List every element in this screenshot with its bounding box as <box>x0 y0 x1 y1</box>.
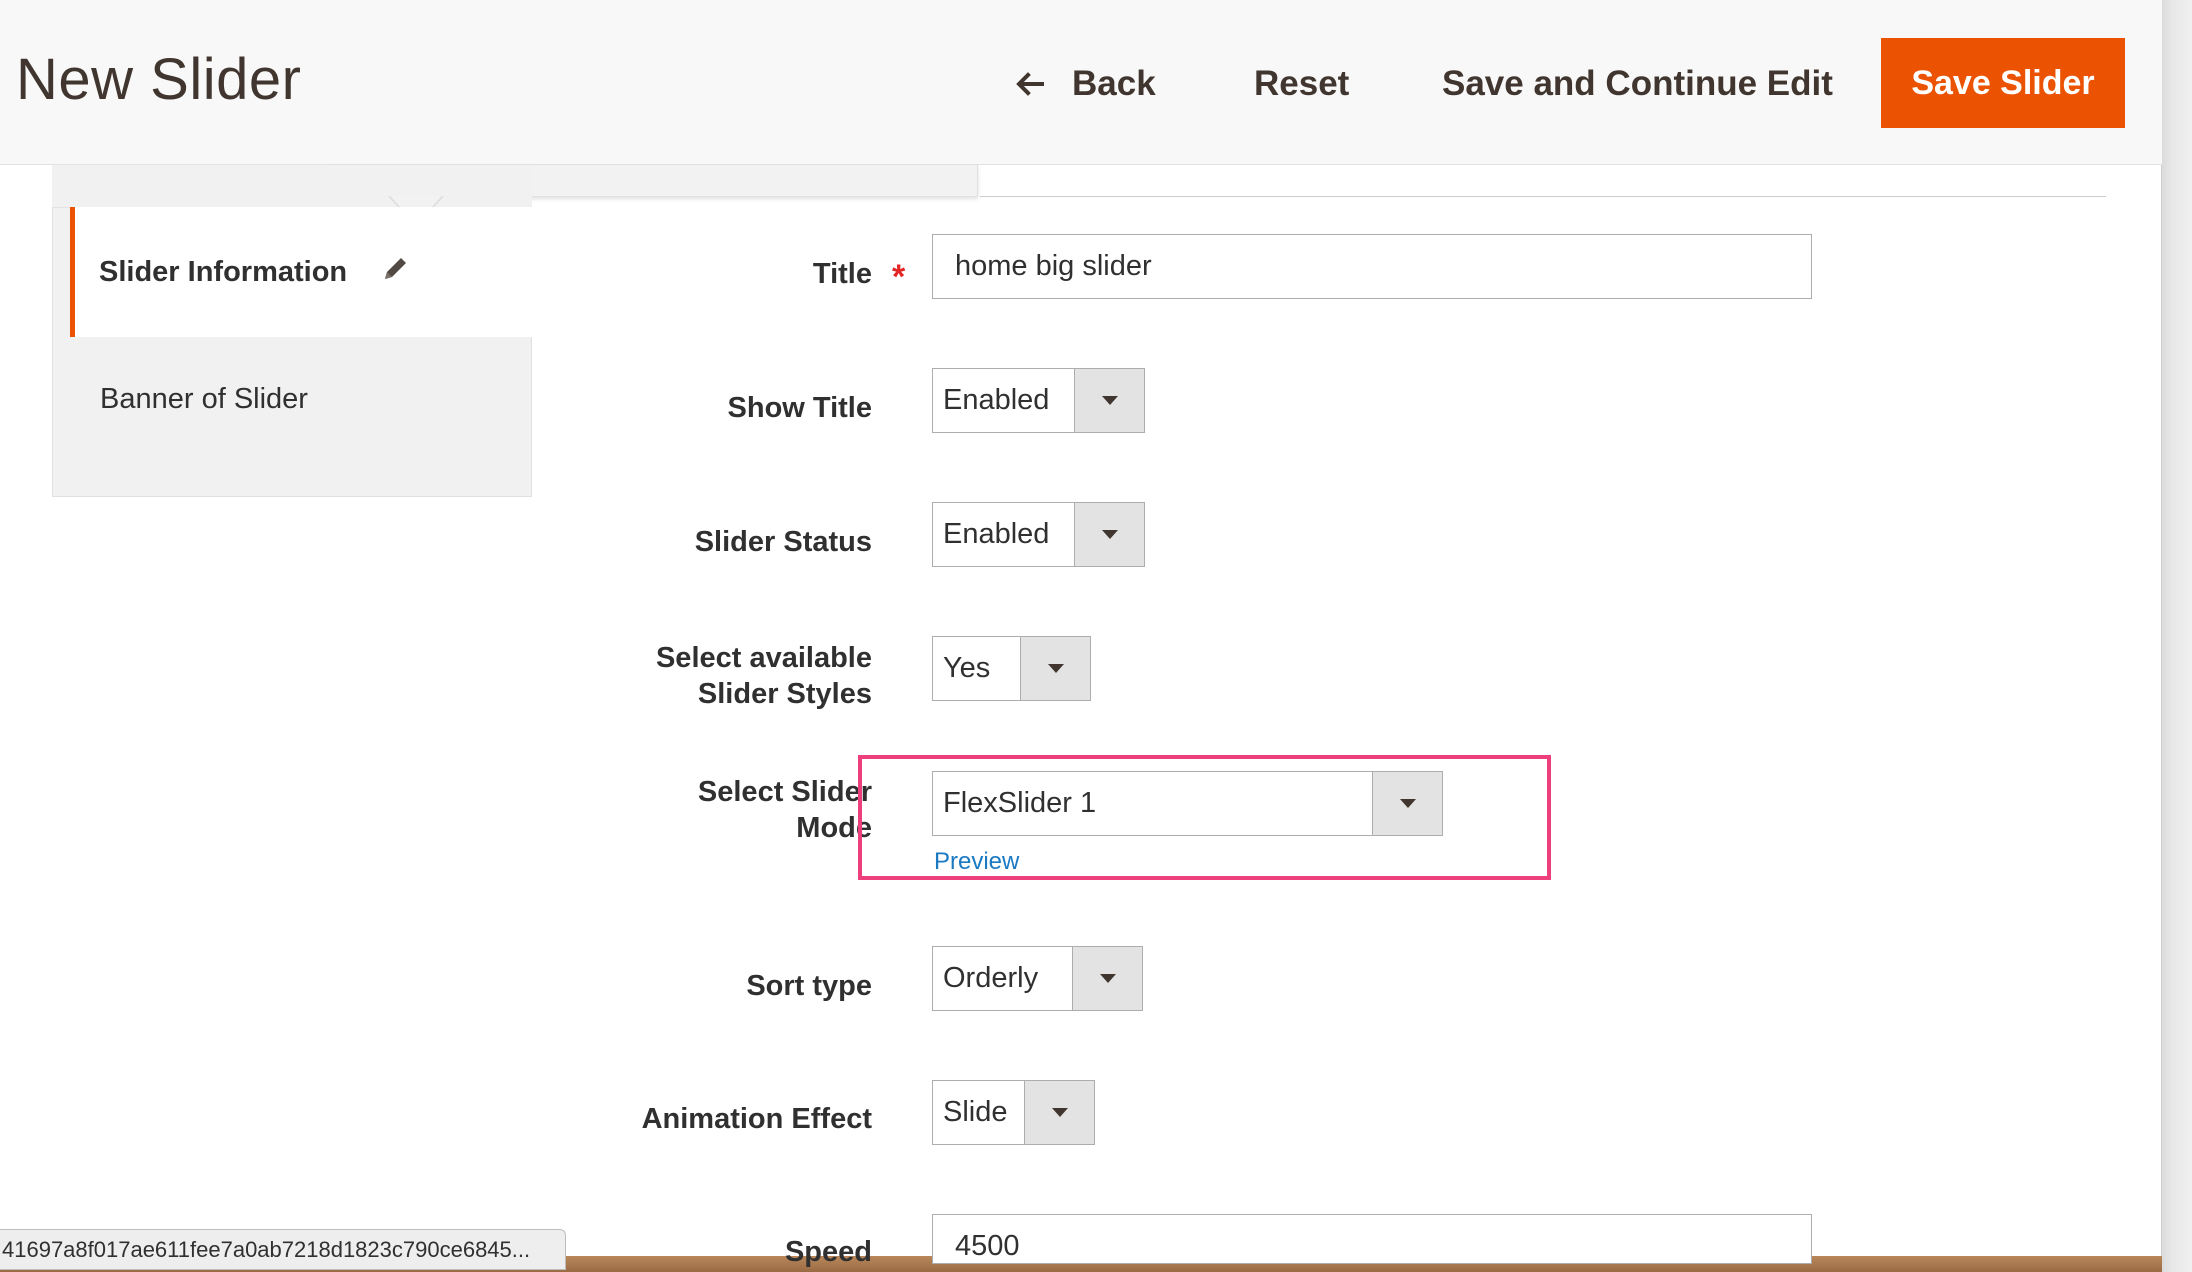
highlight-box <box>858 755 1551 880</box>
pencil-icon <box>385 258 406 279</box>
chevron-down-icon <box>1020 637 1090 700</box>
chevron-down-icon <box>1074 369 1144 432</box>
slider-status-select[interactable]: Enabled <box>932 502 1145 567</box>
animation-effect-select[interactable]: Slide <box>932 1080 1095 1145</box>
tab-banner-of-slider[interactable]: Banner of Slider <box>100 383 308 416</box>
animation-effect-value: Slide <box>943 1096 1008 1128</box>
section-divider <box>980 196 2106 197</box>
arrow-left-icon <box>1016 72 1044 96</box>
slider-mode-label-line2: Mode <box>796 812 872 844</box>
required-indicator: * <box>892 258 906 296</box>
page-title: New Slider <box>16 47 302 112</box>
slider-mode-label-line1: Select Slider <box>697 776 872 808</box>
status-bar-url: 41697a8f017ae611fee7a0ab7218d1823c790ce6… <box>0 1229 566 1270</box>
tabs-top-band <box>52 165 532 208</box>
chevron-down-icon <box>1072 947 1142 1010</box>
slider-styles-value: Yes <box>943 652 991 684</box>
page-header: New Slider Back Reset Save and Continue … <box>0 0 2162 165</box>
sort-type-label: Sort type <box>746 970 872 1002</box>
sort-type-select[interactable]: Orderly <box>932 946 1143 1011</box>
title-input[interactable]: home big slider <box>932 234 1812 299</box>
animation-effect-label: Animation Effect <box>641 1103 872 1135</box>
show-title-value: Enabled <box>943 384 1050 416</box>
chevron-down-icon <box>1074 503 1144 566</box>
window-edge-shadow <box>2160 0 2192 1272</box>
speed-label: Speed <box>784 1236 872 1268</box>
speed-input[interactable]: 4500 <box>932 1214 1812 1264</box>
title-label: Title <box>812 258 872 290</box>
slider-status-label: Slider Status <box>694 526 872 558</box>
slider-styles-label-line1: Select available <box>655 642 872 674</box>
slider-styles-select[interactable]: Yes <box>932 636 1091 701</box>
reset-button[interactable]: Reset <box>1254 54 1349 114</box>
sort-type-value: Orderly <box>943 962 1039 994</box>
tab-slider-information[interactable]: Slider Information <box>70 207 532 337</box>
slider-styles-label: Select available Slider Styles <box>656 640 872 712</box>
slider-styles-label-line2: Slider Styles <box>697 678 872 710</box>
slider-mode-label: Select Slider Mode <box>698 774 872 846</box>
save-slider-button[interactable]: Save Slider <box>1881 38 2125 128</box>
show-title-select[interactable]: Enabled <box>932 368 1145 433</box>
back-button-label: Back <box>1072 64 1156 103</box>
back-button[interactable]: Back <box>1012 54 1156 114</box>
tab-slider-information-label: Slider Information <box>99 255 348 288</box>
chevron-down-icon <box>1024 1081 1094 1144</box>
save-and-continue-button[interactable]: Save and Continue Edit <box>1442 54 1833 114</box>
slider-status-value: Enabled <box>943 518 1050 550</box>
show-title-label: Show Title <box>727 392 872 424</box>
